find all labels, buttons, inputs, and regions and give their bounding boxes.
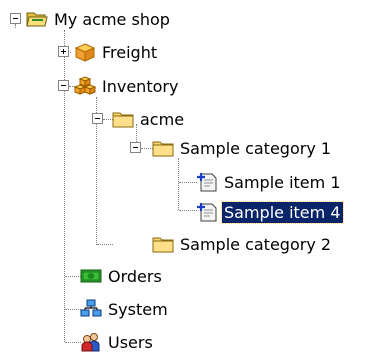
tree-node-sample-item-4[interactable]: Sample item 4 (196, 200, 344, 224)
collapse-toggle-inventory[interactable] (58, 80, 69, 91)
tree-node-sample-category-1[interactable]: Sample category 1 (152, 136, 333, 160)
tree-connector (65, 342, 81, 343)
tree-node-orders[interactable]: Orders (80, 264, 164, 288)
tree-node-sample-category-2[interactable]: Sample category 2 (152, 232, 333, 256)
tree-node-label: Sample category 1 (180, 138, 332, 158)
collapse-toggle-root[interactable] (10, 13, 21, 24)
item-icon (197, 203, 217, 222)
collapse-toggle-acme[interactable] (92, 113, 103, 124)
tree-connector (65, 276, 81, 277)
tree-node-label: System (108, 299, 168, 319)
tree-node-label: My acme shop (54, 9, 170, 29)
tree-node-label: acme (140, 109, 185, 129)
tree-node-label: Sample item 4 (221, 200, 344, 224)
tree-connector (179, 182, 197, 183)
tree-connector (65, 309, 81, 310)
tree-connector (179, 210, 197, 211)
tree-connector (97, 244, 113, 245)
tree-node-label: Users (108, 332, 153, 352)
tree-connector (178, 158, 179, 210)
tree-node-label: Freight (102, 42, 158, 62)
collapse-toggle-sample-category-1[interactable] (130, 142, 141, 153)
inventory-boxes-icon (74, 76, 96, 95)
folder-icon (152, 141, 174, 157)
tree-view: My acme shop Freight Inventory acme Samp… (0, 0, 380, 354)
tree-node-freight[interactable]: Freight (74, 40, 159, 64)
tree-node-users[interactable]: Users (80, 330, 155, 354)
folder-icon (112, 112, 134, 128)
open-folder-icon (26, 12, 48, 27)
system-network-icon (80, 299, 102, 317)
tree-connector (64, 30, 65, 342)
tree-node-system[interactable]: System (80, 297, 170, 321)
item-icon (197, 173, 217, 192)
expand-toggle-freight[interactable] (58, 46, 69, 57)
tree-node-acme[interactable]: acme (112, 107, 186, 131)
tree-node-label: Orders (108, 266, 162, 286)
users-icon (81, 333, 100, 352)
tree-node-inventory[interactable]: Inventory (74, 74, 180, 98)
tree-node-label: Inventory (102, 76, 179, 96)
tree-node-label: Sample category 2 (180, 234, 332, 254)
folder-icon (152, 237, 174, 253)
freight-box-icon (74, 43, 96, 62)
tree-node-my-acme-shop[interactable]: My acme shop (26, 7, 172, 31)
orders-money-icon (80, 269, 102, 283)
tree-node-sample-item-1[interactable]: Sample item 1 (196, 170, 343, 194)
tree-connector (15, 24, 16, 28)
tree-node-label: Sample item 1 (224, 172, 341, 192)
